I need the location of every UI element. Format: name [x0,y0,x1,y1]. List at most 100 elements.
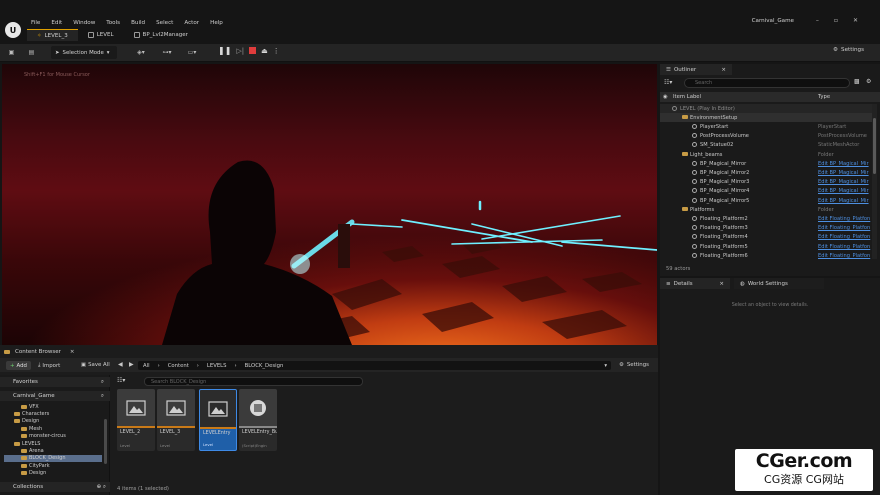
outliner-row[interactable]: SM_Statue02 StaticMeshActor [660,141,872,150]
level-viewport[interactable]: Shift+F1 for Mouse Cursor [2,64,657,345]
tree-folder-vfx[interactable]: VFX [0,403,102,410]
close-icon[interactable]: × [721,67,726,73]
add-folder-icon[interactable]: ▩ [854,78,860,85]
outliner-row[interactable]: Floating_Platform6 Edit Floating_Platfon [660,251,872,260]
asset-tile[interactable]: LEVEL_2 Level [117,389,155,451]
blueprint-menu-icon[interactable]: ⊶▾ [158,48,176,57]
menu-file[interactable]: File [31,20,40,26]
content-browser-tab[interactable]: Content Browser × [4,347,75,357]
outliner-item-type[interactable]: Edit Floating_Platfon [818,225,872,231]
tab-level-3[interactable]: ✧ LEVEL_3 [27,29,78,41]
outliner-item-type[interactable]: Edit BP_Magical_Mir [818,188,872,194]
outliner-item-type[interactable]: Edit Floating_Platfon [818,234,872,240]
outliner-tab[interactable]: ☰ Outliner × [660,64,732,75]
menu-build[interactable]: Build [131,20,145,26]
add-button[interactable]: + Add [6,361,31,370]
outliner-item-type[interactable]: Edit BP_Magical_Mir [818,170,872,176]
outliner-search-input[interactable]: Search [684,78,850,88]
outliner-row[interactable]: LEVEL (Play In Editor) [660,104,872,114]
breadcrumb-block-design[interactable]: BLOCK_Design [245,363,284,369]
tree-folder-design[interactable]: Design [0,418,102,425]
outliner-row[interactable]: BP_Magical_Mirror5 Edit BP_Magical_Mir [660,196,872,205]
tree-folder-mesh[interactable]: Mesh [0,425,102,432]
outliner-row[interactable]: Floating_Platform5 Edit Floating_Platfon [660,242,872,251]
outliner-row[interactable]: Floating_Platform3 Edit Floating_Platfon [660,224,872,233]
breadcrumb-content[interactable]: Content [168,363,189,369]
outliner-row[interactable]: EnvironmentSetup [660,113,872,123]
filter-icon[interactable]: ☷▾ [117,377,125,384]
asset-tile[interactable]: LEVELEntry Level [199,389,237,451]
pause-icon[interactable]: ❚❚ [218,46,231,55]
tree-scrollbar[interactable] [104,419,107,464]
asset-search-input[interactable]: Search BLOCK_Design [144,377,363,386]
chevron-down-icon[interactable]: ▾ [604,363,607,369]
more-options-icon[interactable]: ⋮ [273,47,280,55]
asset-tile[interactable]: LEVEL_3 Level [157,389,195,451]
outliner-row[interactable]: Light_beams Folder [660,150,872,159]
breadcrumb-all[interactable]: All [143,363,150,369]
add-collection-icon[interactable]: ⊕ ⌕ [97,484,106,491]
tree-folder-levels[interactable]: LEVELS [0,440,102,447]
add-actor-icon[interactable]: ◈▾ [132,48,150,57]
outliner-row[interactable]: BP_Magical_Mirror3 Edit BP_Magical_Mir [660,178,872,187]
project-header[interactable]: Carnival_Game ⌕ [0,391,110,401]
outliner-row[interactable]: PostProcessVolume PostProcessVolume [660,132,872,141]
outliner-item-type[interactable]: Edit Floating_Platfon [818,244,872,250]
details-tab[interactable]: ≡ Details × [660,278,730,289]
minimize-icon[interactable]: – [816,17,819,24]
outliner-row[interactable]: BP_Magical_Mirror4 Edit BP_Magical_Mir [660,187,872,196]
unreal-logo-icon[interactable]: U [5,22,21,38]
content-icon[interactable]: ▤ [27,48,36,57]
outliner-item-type[interactable]: Edit BP_Magical_Mir [818,198,872,204]
outliner-row[interactable]: Platforms Folder [660,205,872,214]
tree-folder-arena[interactable]: Arena [0,447,102,454]
outliner-item-type[interactable]: Edit Floating_Platfon [818,253,872,259]
history-back-icon[interactable]: ◀ [118,361,123,368]
cinematics-icon[interactable]: ▭▾ [183,48,201,57]
tree-folder-citypark[interactable]: CityPark [0,462,102,469]
save-all-button[interactable]: ▣ Save All [81,362,110,368]
tree-folder-characters[interactable]: Characters [0,410,102,417]
menu-select[interactable]: Select [156,20,173,26]
outliner-item-type[interactable]: Edit BP_Magical_Mir [818,161,872,167]
close-icon[interactable]: × [719,281,724,287]
menu-tools[interactable]: Tools [106,20,120,26]
menu-actor[interactable]: Actor [184,20,199,26]
asset-tile[interactable]: LEVELEntry_BuiltData (Script)Engin [239,389,277,451]
stop-icon[interactable] [249,47,257,54]
outliner-row[interactable]: Floating_Platform2 Edit Floating_Platfon [660,214,872,223]
world-settings-tab[interactable]: ◍ World Settings [734,278,824,289]
outliner-row[interactable]: Floating_Platform4 Edit Floating_Platfon [660,233,872,242]
import-button[interactable]: ⤓ Import [38,362,60,369]
menu-help[interactable]: Help [210,20,223,26]
tree-folder-design[interactable]: Design [0,470,102,477]
tab-level[interactable]: LEVEL [78,29,124,41]
column-item-label[interactable]: Item Label [673,94,701,100]
close-icon[interactable]: ✕ [853,17,858,24]
save-icon[interactable]: ▣ [7,48,16,57]
menu-window[interactable]: Window [73,20,95,26]
outliner-row[interactable]: BP_Magical_Mirror Edit BP_Magical_Mir [660,159,872,168]
column-type[interactable]: Type [818,94,830,100]
collections-header[interactable]: Collections ⊕ ⌕ [0,482,110,492]
tree-folder-block-design[interactable]: BLOCK_Design [4,454,102,462]
outliner-item-type[interactable]: Edit Floating_Platfon [818,216,872,222]
content-settings-button[interactable]: ⚙ Settings [619,362,649,368]
outliner-item-type[interactable]: Edit BP_Magical_Mir [818,179,872,185]
gear-icon[interactable]: ⚙ [866,78,871,85]
visibility-icon[interactable]: ◉ [663,94,668,100]
tab-bp-lvl2manager[interactable]: BP_Lvl2Manager [124,29,198,41]
settings-button[interactable]: ⚙ Settings [833,47,864,53]
outliner-scrollbar[interactable] [872,104,877,259]
menu-edit[interactable]: Edit [51,20,62,26]
tree-folder-monster-circus[interactable]: monster-circus [0,433,102,440]
outliner-row[interactable]: BP_Magical_Mirror2 Edit BP_Magical_Mir [660,168,872,177]
history-forward-icon[interactable]: ▶ [129,361,134,368]
selection-mode-dropdown[interactable]: ➤ Selection Mode ▾ [51,46,117,59]
filter-icon[interactable]: ☷▾ [664,79,672,86]
search-icon[interactable]: ⌕ [101,393,104,400]
breadcrumb-levels[interactable]: LEVELS [207,363,227,369]
favorites-header[interactable]: Favorites ⌕ [0,377,110,387]
outliner-row[interactable]: PlayerStart PlayerStart [660,122,872,131]
eject-icon[interactable]: ⏏ [261,47,268,55]
